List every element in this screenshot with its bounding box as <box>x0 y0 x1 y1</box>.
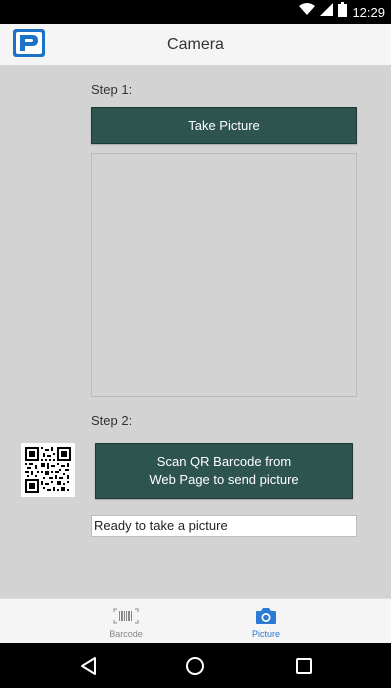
camera-icon <box>252 606 280 626</box>
back-icon[interactable] <box>78 655 100 677</box>
home-icon[interactable] <box>184 655 206 677</box>
qr-code-image <box>21 443 75 497</box>
status-text-field: Ready to take a picture <box>91 515 357 537</box>
status-bar: 12:29 <box>0 0 391 24</box>
scan-qr-label-line1: Scan QR Barcode from <box>156 454 292 469</box>
scan-qr-label-line2: Web Page to send picture <box>149 472 299 487</box>
tab-picture-label: Picture <box>251 629 280 639</box>
recents-icon[interactable] <box>293 655 315 677</box>
wifi-icon <box>299 3 316 21</box>
system-nav-bar <box>0 643 391 688</box>
step1-label: Step 1: <box>91 82 133 97</box>
step2-label: Step 2: <box>91 413 133 428</box>
tab-picture[interactable]: Picture <box>211 599 321 644</box>
tab-barcode[interactable]: Barcode <box>71 599 181 644</box>
photo-preview-area <box>91 153 357 397</box>
main-content: Step 1: Take Picture Step 2: Scan QR Bar… <box>0 66 391 598</box>
battery-icon <box>338 2 348 22</box>
barcode-icon <box>112 606 140 626</box>
take-picture-button[interactable]: Take Picture <box>91 107 357 144</box>
scan-qr-button[interactable]: Scan QR Barcode from Web Page to send pi… <box>95 443 353 499</box>
status-icons: 12:29 <box>299 2 385 22</box>
tab-barcode-label: Barcode <box>109 629 143 639</box>
cell-signal-icon <box>320 3 334 21</box>
page-title: Camera <box>167 36 224 53</box>
status-time: 12:29 <box>352 4 385 20</box>
app-bar: Camera <box>0 24 391 66</box>
take-picture-label: Take Picture <box>188 118 260 133</box>
bottom-tab-bar: Barcode Picture <box>0 598 391 643</box>
